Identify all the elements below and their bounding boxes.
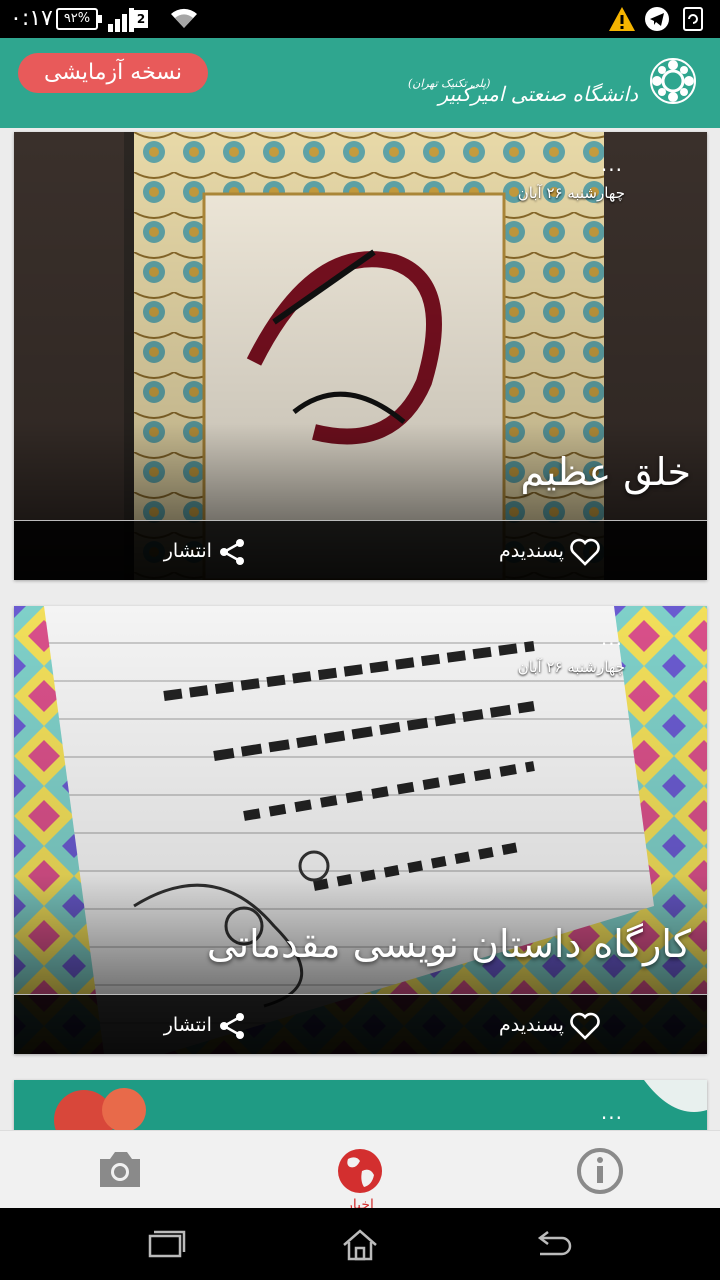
heart-icon [570,538,600,566]
news-title[interactable]: خلق عظیم [521,450,691,494]
app-header: نسخه آزمایشی (پلی تکنیک تهران) دانشگاه ص… [0,38,720,128]
bottom-navigation: اخبار [0,1130,720,1208]
like-label: پسندیدم [498,1014,564,1036]
share-icon [220,538,244,565]
news-card[interactable]: ... چهارشنبه ۲۶ آبان کارگاه داستان نویسی… [14,606,707,1054]
back-icon[interactable] [534,1228,574,1262]
wifi-icon [171,8,197,28]
news-card[interactable]: ... [14,1080,707,1130]
recent-apps-icon[interactable] [146,1228,186,1262]
sim-slot-badge: 2 [134,10,148,28]
news-card[interactable]: ... چهارشنبه ۲۶ آبان خلق عظیم پسندیدم ان… [14,132,707,580]
logo-title: دانشگاه صنعتی امیرکبیر [438,82,638,106]
news-date: چهارشنبه ۲۶ آبان [517,184,625,202]
telegram-icon [645,7,669,31]
warning-icon [609,7,635,31]
share-icon [220,1012,244,1039]
like-button[interactable]: پسندیدم [470,535,600,567]
news-feed[interactable]: ... چهارشنبه ۲۶ آبان خلق عظیم پسندیدم ان… [0,128,720,1130]
more-options-icon[interactable]: ... [601,152,623,176]
home-icon[interactable] [340,1228,380,1262]
camera-icon[interactable] [90,1141,150,1201]
university-emblem-icon [650,58,696,104]
info-icon[interactable] [570,1141,630,1201]
share-label: انتشار [163,1014,212,1036]
more-options-icon[interactable]: ... [601,1100,623,1124]
share-button[interactable]: انتشار [136,535,246,567]
share-button[interactable]: انتشار [136,1009,246,1041]
nav-label-news[interactable]: اخبار [330,1197,390,1208]
trial-version-badge[interactable]: نسخه آزمایشی [18,53,208,93]
globe-icon[interactable] [330,1141,390,1201]
heart-icon [570,1012,600,1040]
news-actions: پسندیدم انتشار [14,994,707,1054]
university-logo-text: (پلی تکنیک تهران) دانشگاه صنعتی امیرکبیر [408,62,638,112]
news-actions: پسندیدم انتشار [14,520,707,580]
news-date: چهارشنبه ۲۶ آبان [517,658,625,676]
like-label: پسندیدم [498,540,564,562]
like-button[interactable]: پسندیدم [470,1009,600,1041]
more-options-icon[interactable]: ... [601,626,623,650]
news-title[interactable]: کارگاه داستان نویسی مقدماتی [207,922,691,966]
clock: ۰:۱۷ [10,6,53,31]
share-label: انتشار [163,540,212,562]
status-bar: ۰:۱۷ ۹۲% 2 [0,0,720,38]
sync-icon [683,7,703,31]
system-navigation-bar [0,1208,720,1280]
screen: ۰:۱۷ ۹۲% 2 نسخه آزمایشی (پلی تکنیک تهران… [0,0,720,1280]
battery-icon: ۹۲% [56,8,102,30]
